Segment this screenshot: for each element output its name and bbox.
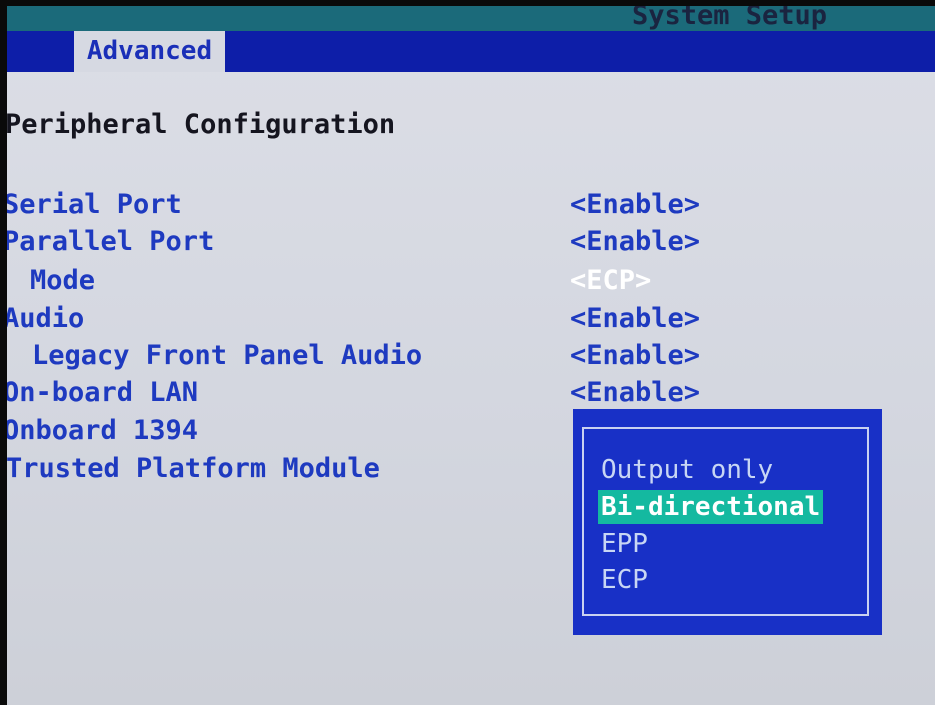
- popup-option-output-only[interactable]: Output only: [598, 453, 776, 487]
- mode-options-popup[interactable]: Output only Bi-directional EPP ECP: [573, 409, 882, 635]
- page-title: Peripheral Configuration: [7, 109, 396, 140]
- parallel-port-label[interactable]: Parallel Port: [7, 226, 214, 258]
- legacy-front-panel-audio-value[interactable]: <Enable>: [570, 340, 700, 372]
- serial-port-value[interactable]: <Enable>: [570, 189, 700, 221]
- popup-option-ecp[interactable]: ECP: [598, 563, 651, 597]
- onboard-lan-value[interactable]: <Enable>: [570, 377, 700, 409]
- popup-option-epp[interactable]: EPP: [598, 527, 651, 561]
- mode-value[interactable]: <ECP>: [570, 265, 651, 297]
- tab-advanced[interactable]: Advanced: [74, 31, 225, 72]
- audio-value[interactable]: <Enable>: [570, 303, 700, 335]
- popup-option-bi-directional[interactable]: Bi-directional: [598, 490, 824, 524]
- onboard-lan-label[interactable]: On-board LAN: [7, 377, 198, 409]
- onboard-1394-label[interactable]: Onboard 1394: [7, 415, 198, 447]
- system-setup-title: System Setup: [632, 6, 828, 31]
- bios-screen: System Setup Advanced Peripheral Configu…: [7, 6, 935, 705]
- audio-label[interactable]: Audio: [7, 303, 84, 335]
- mode-label[interactable]: Mode: [30, 265, 95, 297]
- serial-port-label[interactable]: Serial Port: [7, 189, 182, 221]
- parallel-port-value[interactable]: <Enable>: [570, 226, 700, 258]
- legacy-front-panel-audio-label[interactable]: Legacy Front Panel Audio: [32, 340, 422, 372]
- trusted-platform-module-label[interactable]: Trusted Platform Module: [7, 453, 380, 485]
